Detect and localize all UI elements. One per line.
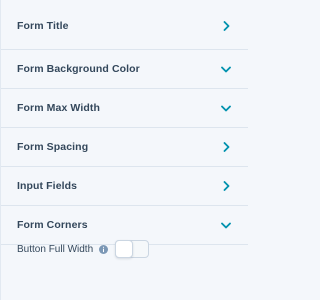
button-full-width-label: Button Full Width: [17, 243, 94, 255]
section-label: Input Fields: [17, 180, 78, 192]
chevron-down-icon: [220, 219, 232, 231]
section-form-background-color[interactable]: Form Background Color: [1, 50, 248, 89]
section-form-max-width[interactable]: Form Max Width: [1, 89, 248, 128]
section-label: Form Corners: [17, 219, 88, 231]
section-input-fields[interactable]: Input Fields: [1, 167, 248, 206]
form-style-settings-panel: Form Title Form Background Color Form Ma…: [0, 0, 248, 300]
chevron-right-icon: [220, 20, 232, 32]
section-label: Form Background Color: [17, 63, 140, 75]
section-label: Form Title: [17, 19, 69, 32]
chevron-down-icon: [220, 102, 232, 114]
info-icon[interactable]: [99, 244, 109, 254]
toggle-knob: [115, 240, 134, 258]
settings-section-list: Form Title Form Background Color Form Ma…: [1, 0, 248, 245]
button-full-width-toggle[interactable]: [115, 240, 150, 258]
section-label: Form Spacing: [17, 141, 89, 153]
section-form-title[interactable]: Form Title: [1, 0, 248, 50]
section-label: Form Max Width: [17, 102, 100, 114]
chevron-right-icon: [220, 180, 232, 192]
chevron-down-icon: [220, 63, 232, 75]
chevron-right-icon: [220, 141, 232, 153]
section-form-spacing[interactable]: Form Spacing: [1, 128, 248, 167]
button-full-width-setting: Button Full Width: [17, 239, 233, 259]
